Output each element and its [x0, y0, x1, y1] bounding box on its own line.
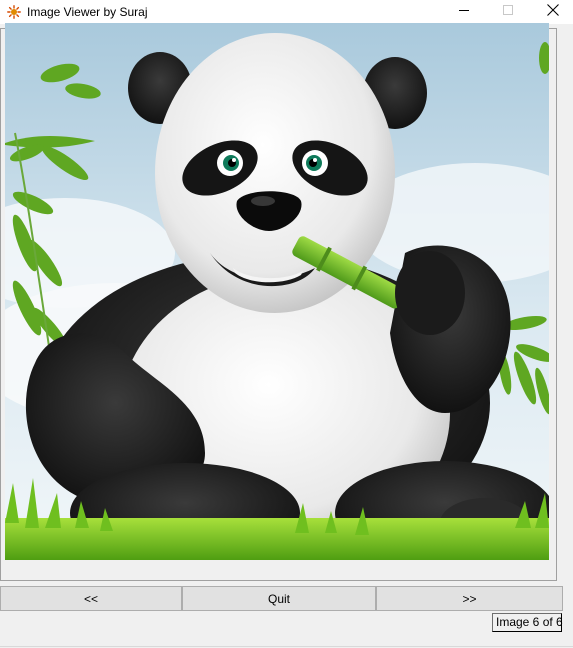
minimize-button[interactable] — [441, 0, 487, 24]
minimize-icon — [458, 3, 470, 21]
close-icon — [547, 3, 559, 21]
previous-image-button[interactable]: << — [0, 586, 182, 611]
maximize-button[interactable] — [485, 0, 531, 24]
title-bar[interactable]: Image Viewer by Suraj — [0, 0, 573, 24]
quit-button[interactable]: Quit — [182, 586, 376, 611]
bottom-divider — [0, 646, 573, 647]
status-label: Image 6 of 6 — [492, 613, 563, 632]
close-button[interactable] — [530, 0, 573, 24]
panda-eating-bamboo-image — [5, 23, 549, 560]
feather-tk-icon — [7, 5, 21, 19]
image-viewer-window: Image Viewer by Suraj << Quit >> Image 6… — [0, 0, 573, 648]
next-image-button[interactable]: >> — [376, 586, 563, 611]
maximize-icon — [502, 3, 514, 21]
window-title: Image Viewer by Suraj — [27, 5, 148, 19]
